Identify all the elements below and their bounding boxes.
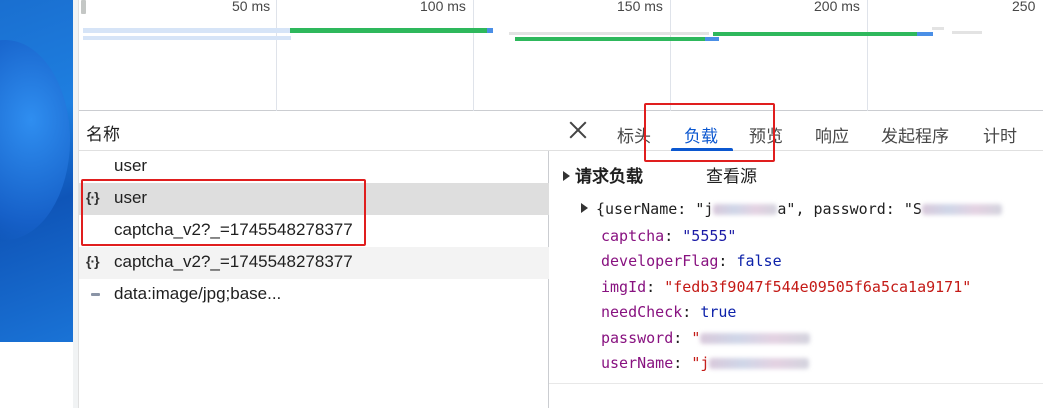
property-key: developerFlag — [601, 252, 719, 270]
payload-property[interactable]: captcha: "5555" — [601, 227, 736, 245]
timeline-tick-label: 50 ms — [232, 0, 271, 14]
expand-triangle-icon — [581, 203, 588, 213]
request-waterfall-bar — [290, 28, 490, 33]
summary-start: {userName: "j — [596, 200, 714, 218]
timeline-range-handle[interactable] — [81, 0, 86, 14]
name-column-header[interactable]: 名称 — [86, 120, 120, 145]
request-waterfall-bar — [83, 36, 291, 40]
request-name: captcha_v2?_=1745548278377 — [114, 252, 353, 271]
request-row[interactable]: data:image/jpg;base... — [79, 279, 549, 311]
close-icon[interactable] — [567, 119, 589, 141]
property-value: false — [736, 252, 782, 270]
request-waterfall-bar — [487, 28, 493, 33]
tab-response[interactable]: 响应 — [815, 122, 849, 147]
timeline-tick-label: 100 ms — [420, 0, 466, 14]
property-value: "5555" — [682, 227, 737, 245]
payload-property[interactable]: password: " — [601, 329, 811, 347]
wallpaper-swirl — [0, 40, 70, 240]
request-payload-title: 请求负载 — [575, 167, 643, 186]
timeline-gridline — [867, 0, 868, 111]
details-tab-bar: 标头 负载 预览 响应 发起程序 计时 — [549, 111, 1043, 151]
timeline-gridline — [670, 0, 671, 111]
property-key: userName — [601, 354, 674, 372]
payload-property[interactable]: developerFlag: false — [601, 252, 782, 270]
request-waterfall-bar — [917, 32, 933, 36]
timeline-gridline — [276, 0, 277, 111]
view-source-link[interactable]: 查看源 — [706, 162, 757, 187]
request-list-panel: 名称 user {·} user captcha_v2?_=1745548278… — [79, 111, 549, 408]
redacted-value — [700, 333, 811, 344]
property-key: imgId — [601, 278, 647, 296]
annotation-box-requests — [81, 179, 366, 246]
payload-property[interactable]: imgId: "fedb3f9047f544e09505f6a5ca1a9171… — [601, 278, 971, 296]
tab-initiator[interactable]: 发起程序 — [881, 122, 949, 147]
network-overview-timeline[interactable]: 50 ms 100 ms 150 ms 200 ms 250 — [79, 0, 1043, 111]
property-value: "j — [691, 354, 710, 372]
property-key: needCheck — [601, 303, 683, 321]
timeline-tick-label: 200 ms — [814, 0, 860, 14]
property-value: " — [691, 329, 701, 347]
annotation-box-payload-tab — [644, 103, 775, 162]
redacted-value — [713, 204, 778, 215]
request-waterfall-bar — [705, 37, 719, 41]
request-details-panel: 标头 负载 预览 响应 发起程序 计时 请求负载 查看源 {userName: … — [549, 111, 1043, 408]
json-icon: {·} — [86, 253, 100, 269]
redacted-value — [921, 204, 1002, 215]
request-name: data:image/jpg;base... — [114, 284, 282, 303]
timeline-tick-label: 150 ms — [617, 0, 663, 14]
property-value: "fedb3f9047f544e09505f6a5ca1a9171" — [664, 278, 972, 296]
request-list-header[interactable]: 名称 — [79, 111, 549, 151]
request-row[interactable]: {·} captcha_v2?_=1745548278377 — [79, 247, 549, 279]
payload-property[interactable]: userName: "j — [601, 354, 810, 372]
timeline-tick-label: 250 — [1012, 0, 1036, 14]
request-waterfall-bar — [713, 32, 917, 36]
image-icon — [91, 293, 100, 296]
redacted-value — [709, 358, 810, 369]
payload-bottom-divider — [549, 383, 1043, 384]
request-waterfall-bar — [932, 27, 944, 30]
property-key: password — [601, 329, 674, 347]
tab-timing[interactable]: 计时 — [983, 122, 1017, 147]
timeline-gridline — [473, 0, 474, 111]
payload-property[interactable]: needCheck: true — [601, 303, 736, 321]
request-name: user — [114, 156, 148, 175]
payload-summary[interactable]: {userName: "j a", password: "S — [581, 200, 1002, 218]
desktop-background — [0, 0, 73, 342]
request-waterfall-bar — [515, 37, 705, 41]
expand-triangle-icon — [563, 171, 570, 181]
property-value: true — [700, 303, 737, 321]
property-key: captcha — [601, 227, 665, 245]
request-waterfall-bar — [952, 31, 982, 34]
request-waterfall-bar — [509, 32, 709, 35]
summary-mid: a", password: "S — [777, 200, 922, 218]
request-payload-section[interactable]: 请求负载 — [563, 162, 643, 187]
